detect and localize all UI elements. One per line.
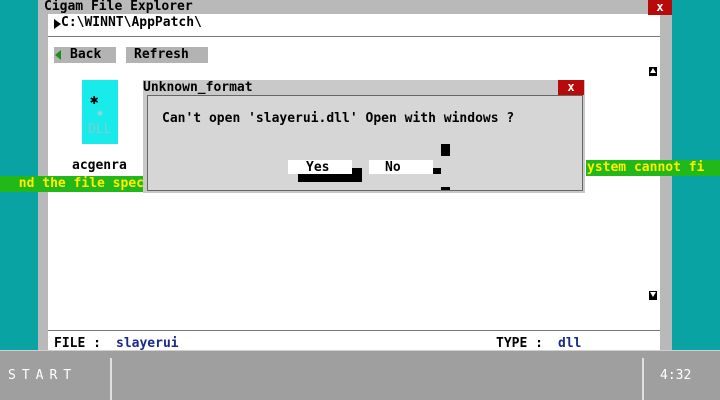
dll-file-icon[interactable]: ✱ ✱ DLL — [82, 80, 118, 144]
arrow-down-icon — [650, 292, 656, 297]
clock: 4:32 — [660, 368, 692, 383]
arrow-up-icon — [650, 68, 656, 73]
refresh-button[interactable]: Refresh — [126, 47, 208, 63]
window-close-label: x — [656, 0, 664, 14]
file-icon-ext: DLL — [88, 122, 112, 137]
path-bar: C:\WINNT\AppPatch\ — [48, 14, 660, 37]
taskbar: START 4:32 — [0, 350, 720, 400]
refresh-button-label: Refresh — [134, 47, 189, 62]
no-button-label: No — [385, 160, 401, 175]
file-value: slayerui — [116, 336, 179, 351]
path-arrow-icon — [54, 19, 61, 29]
start-button-label: START — [8, 368, 78, 383]
scroll-up-button[interactable] — [648, 64, 658, 78]
taskbar-divider — [0, 350, 720, 351]
underscore-cursor — [441, 187, 450, 190]
task-area[interactable] — [112, 358, 644, 400]
dialog-close-label: x — [567, 80, 575, 94]
back-button[interactable]: Back — [54, 47, 116, 63]
unknown-format-dialog: Unknown_format Can't open 'slayerui.dll'… — [143, 80, 585, 193]
small-gear-icon: ✱ — [97, 108, 104, 119]
scroll-down-button[interactable] — [648, 288, 658, 302]
file-label: FILE : — [54, 336, 101, 351]
dialog-message: Can't open 'slayerui.dll' Open with wind… — [162, 111, 515, 126]
dialog-body: Can't open 'slayerui.dll' Open with wind… — [147, 95, 583, 191]
dialog-title: Unknown_format — [143, 80, 253, 95]
back-button-label: Back — [70, 47, 102, 62]
error-text-left: nd the file spec — [18, 176, 144, 191]
dialog-titlebar[interactable]: Unknown_format — [143, 80, 585, 96]
gear-icon: ✱ — [90, 92, 99, 108]
yes-button[interactable]: Yes — [288, 160, 352, 175]
type-label: TYPE : — [496, 336, 543, 351]
file-item-label[interactable]: acgenra — [72, 158, 127, 173]
yes-button-label: Yes — [306, 160, 330, 175]
start-button[interactable]: START — [0, 358, 112, 400]
error-marquee-right: ystem cannot fi — [586, 160, 720, 176]
window-close-button[interactable]: x — [648, 0, 672, 15]
window-titlebar[interactable]: Cigam File Explorer — [38, 0, 672, 14]
window-title: Cigam File Explorer — [44, 0, 193, 14]
current-path: C:\WINNT\AppPatch\ — [61, 15, 202, 30]
back-arrow-icon — [55, 50, 61, 60]
dialog-close-button[interactable]: x — [558, 80, 584, 95]
text-cursor — [441, 144, 450, 156]
type-value: dll — [558, 336, 582, 351]
error-text-right: ystem cannot fi — [587, 160, 705, 175]
no-button[interactable]: No — [369, 160, 433, 175]
error-marquee-left: nd the file spec — [0, 176, 144, 192]
